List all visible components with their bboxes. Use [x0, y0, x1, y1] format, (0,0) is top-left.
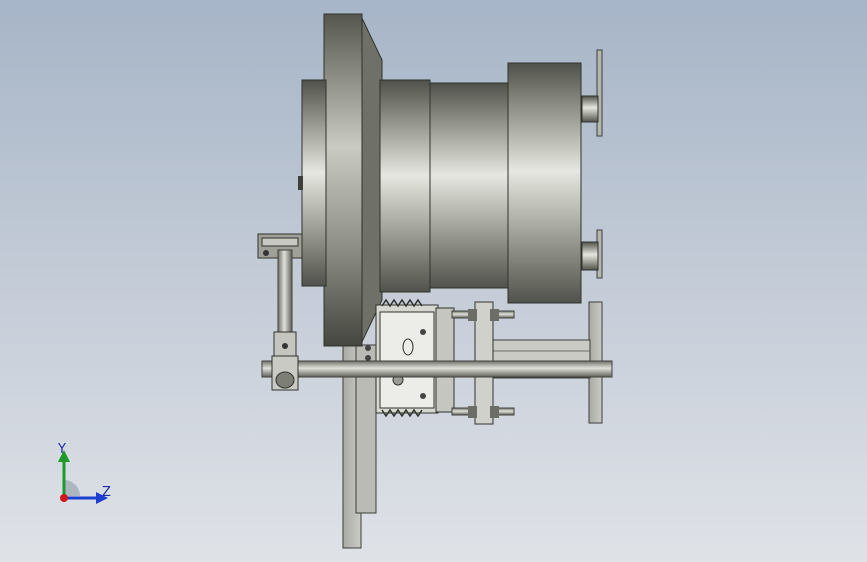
front-flange[interactable] [298, 13, 383, 347]
triad-icon [58, 450, 108, 504]
drum-body[interactable] [379, 62, 582, 304]
cad-viewport[interactable]: Y Z [0, 0, 867, 562]
support-post[interactable] [257, 233, 303, 361]
clamp-block[interactable] [365, 298, 455, 418]
z-axis-label: Z [102, 485, 111, 500]
y-axis-label: Y [58, 442, 66, 457]
